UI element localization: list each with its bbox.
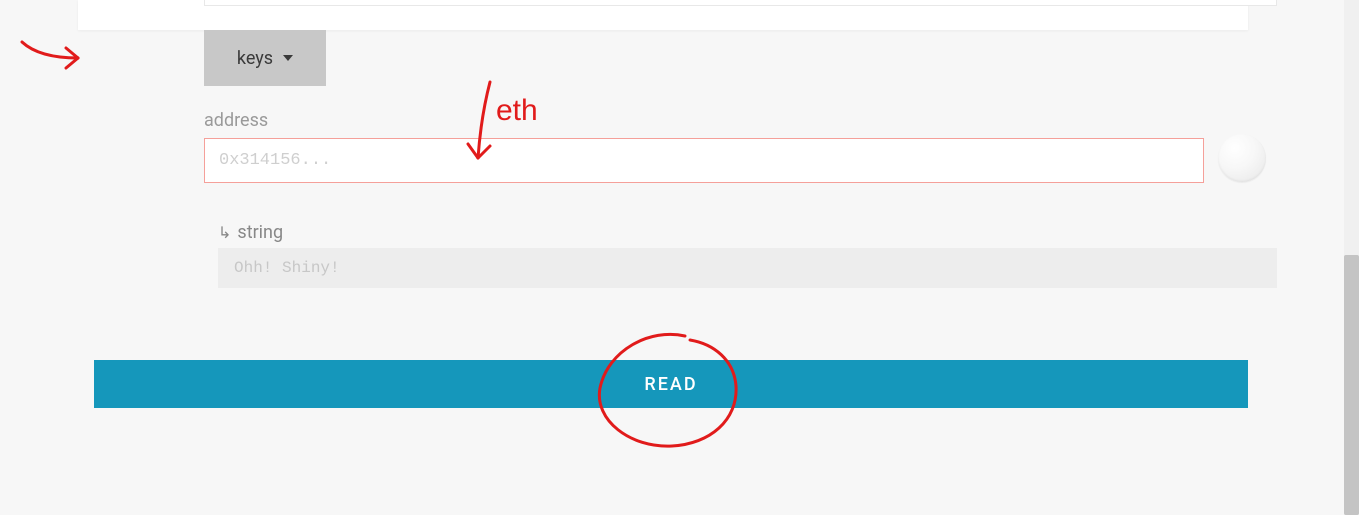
return-arrow-icon: ↳ xyxy=(218,225,231,241)
form-card: keys address ↳ string Ohh! Shiny! xyxy=(78,0,1248,30)
read-button-label: READ xyxy=(644,374,697,395)
address-input[interactable] xyxy=(204,138,1204,183)
return-type-row: ↳ string xyxy=(218,222,283,243)
address-label: address xyxy=(204,110,268,131)
read-button[interactable]: READ xyxy=(94,360,1248,408)
caret-down-icon xyxy=(283,55,293,61)
keys-dropdown[interactable]: keys xyxy=(204,30,326,86)
return-type-label: string xyxy=(237,222,283,243)
scrollbar-thumb[interactable] xyxy=(1344,255,1359,515)
output-display: Ohh! Shiny! xyxy=(218,248,1277,288)
previous-field-bottom xyxy=(204,0,1277,6)
keys-dropdown-label: keys xyxy=(237,48,273,69)
identicon-placeholder xyxy=(1218,134,1266,182)
output-placeholder: Ohh! Shiny! xyxy=(234,259,340,277)
